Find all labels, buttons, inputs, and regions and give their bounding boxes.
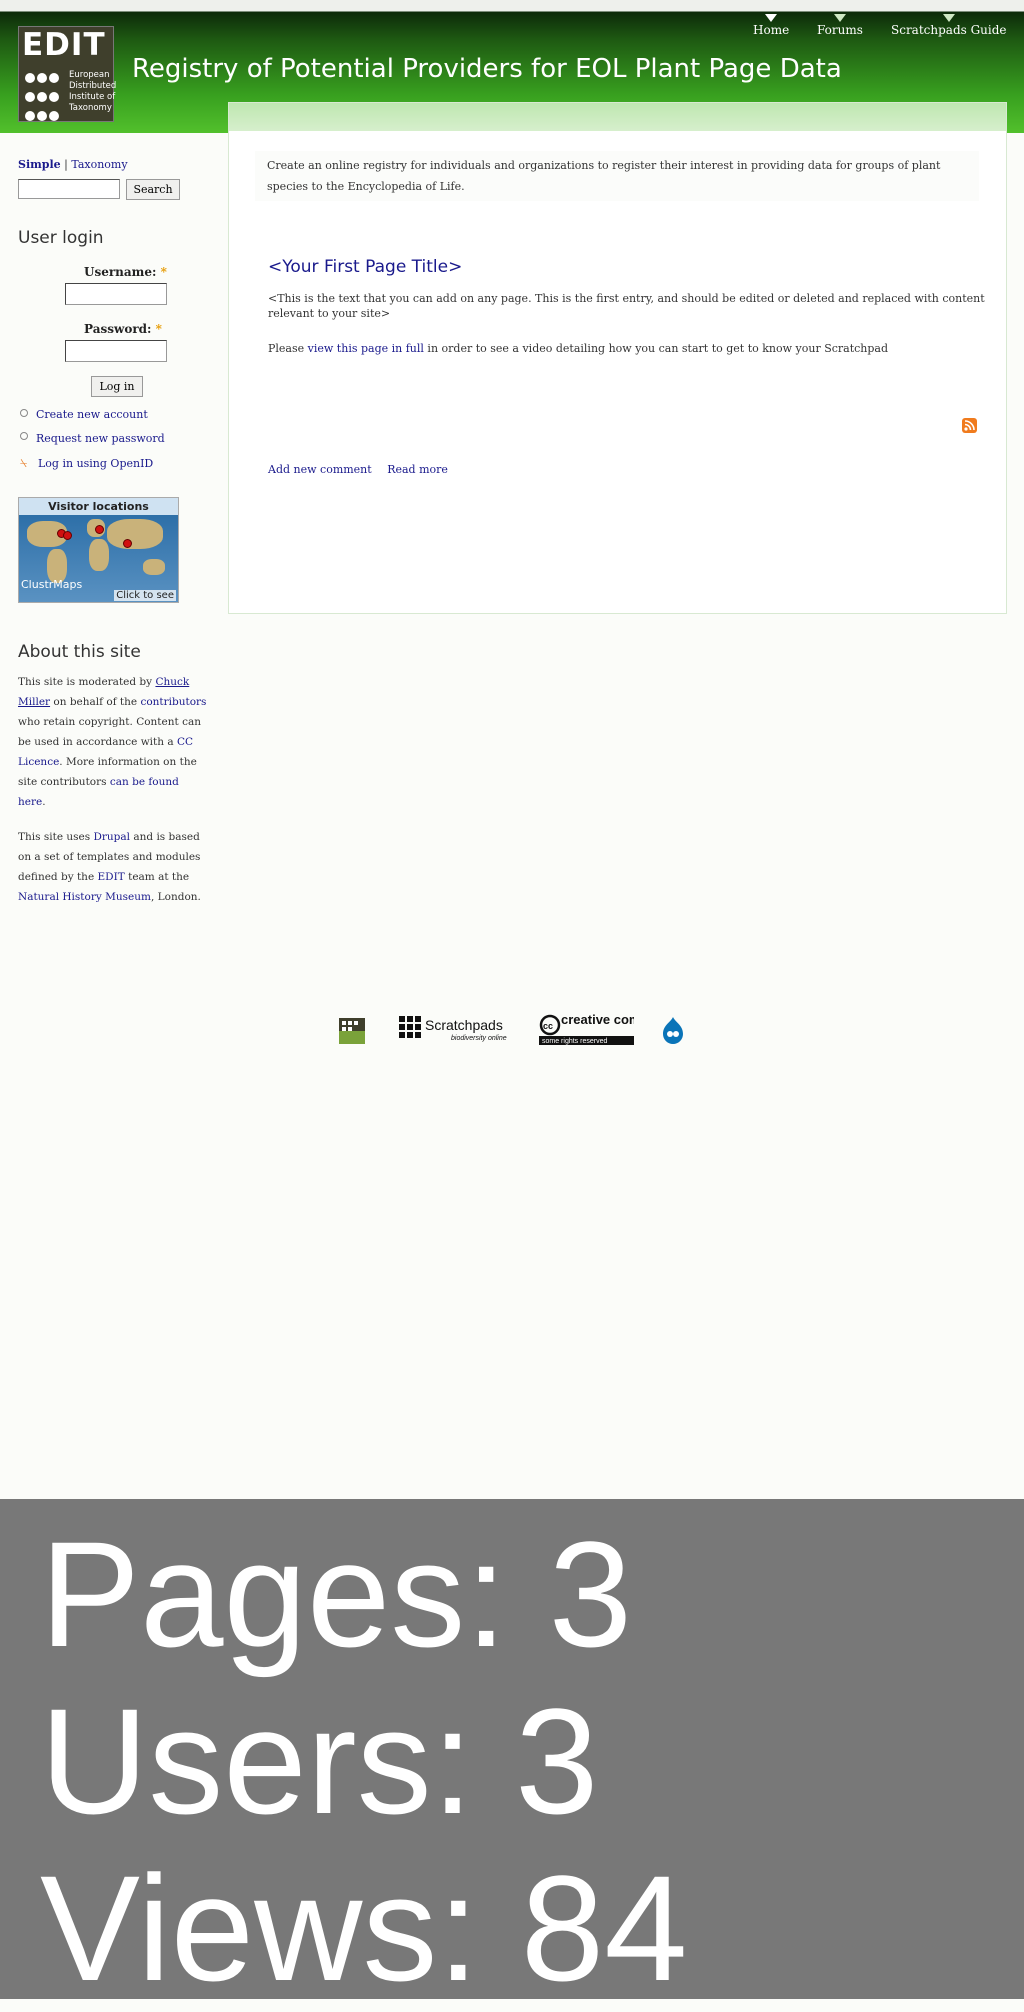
clustrmap-brand: ClustrMaps xyxy=(21,578,83,591)
search-tab-simple[interactable]: Simple xyxy=(18,158,61,171)
search-mode-tabs: Simple | Taxonomy xyxy=(18,158,208,171)
openid-icon: ⍀ xyxy=(20,456,28,470)
request-password-link[interactable]: Request new password xyxy=(36,432,165,445)
stats-panel: Pages: 3 Users: 3 Views: 84 xyxy=(0,1499,1024,2003)
left-sidebar: Simple | Taxonomy Search User login User… xyxy=(18,158,208,903)
drupal-logo-icon[interactable] xyxy=(661,1016,685,1048)
scratchpads-logo-icon[interactable]: Scratchpads biodiversity online xyxy=(399,1014,514,1048)
search-tab-taxonomy[interactable]: Taxonomy xyxy=(71,158,127,171)
nav-forums[interactable]: Forums xyxy=(817,14,863,37)
logo-institute-name: European Distributed Institute of Taxono… xyxy=(69,70,117,113)
create-account-link[interactable]: Create new account xyxy=(36,408,148,421)
node-links: Add new comment Read more xyxy=(268,463,460,476)
nav-pointer-icon xyxy=(942,14,955,22)
search-input[interactable] xyxy=(18,179,120,199)
search-button[interactable]: Search xyxy=(126,179,180,200)
view-full-page-link[interactable]: view this page in full xyxy=(308,342,424,355)
node-body-video-text: Please view this page in full in order t… xyxy=(268,342,889,355)
site-mission: Create an online registry for individual… xyxy=(255,151,979,201)
clustrmap-cta: Click to see xyxy=(114,590,176,601)
password-label: Password: * xyxy=(84,322,162,336)
node-body: <This is the text that you can add on an… xyxy=(268,291,998,376)
svg-text:creative commons: creative commons xyxy=(561,1012,634,1027)
edit-link[interactable]: EDIT xyxy=(98,871,125,883)
drupal-link[interactable]: Drupal xyxy=(93,831,130,843)
login-button[interactable]: Log in xyxy=(91,376,143,397)
svg-text:biodiversity online: biodiversity online xyxy=(451,1035,507,1042)
node-body-text: <This is the text that you can add on an… xyxy=(268,292,985,320)
nav-pointer-icon xyxy=(765,14,778,22)
views-count: Views: 84 xyxy=(40,1844,688,2012)
about-text: This site is moderated by Chuck Miller o… xyxy=(18,672,208,922)
add-comment-link[interactable]: Add new comment xyxy=(268,463,372,476)
about-drupal-paragraph: This site uses Drupal and is based on a … xyxy=(18,831,201,903)
nav-scratchpads-guide[interactable]: Scratchpads Guide xyxy=(891,14,1007,37)
content-header-band xyxy=(229,103,1006,131)
node-title-link[interactable]: <Your First Page Title> xyxy=(268,257,462,277)
clustrmap-widget[interactable]: Visitor locations ClustrMaps Click to se… xyxy=(18,497,179,603)
clustrmap-title: Visitor locations xyxy=(48,500,149,513)
svg-text:Scratchpads: Scratchpads xyxy=(425,1017,503,1033)
contributors-link[interactable]: contributors xyxy=(140,696,206,708)
rss-feed-icon[interactable] xyxy=(962,418,977,433)
list-bullet-icon xyxy=(20,409,28,417)
node-title[interactable]: <Your First Page Title> xyxy=(268,257,462,277)
username-field[interactable] xyxy=(65,283,167,305)
about-moderation-paragraph: This site is moderated by Chuck Miller o… xyxy=(18,676,207,808)
svg-text:some rights reserved: some rights reserved xyxy=(542,1038,607,1045)
user-login-title: User login xyxy=(18,228,104,248)
required-marker: * xyxy=(160,265,167,279)
username-label: Username: * xyxy=(84,265,167,279)
nav-home[interactable]: Home xyxy=(753,14,789,37)
footer-logos: Scratchpads biodiversity online cc creat… xyxy=(339,1012,699,1048)
openid-login-link[interactable]: Log in using OpenID xyxy=(38,457,153,470)
nhm-link[interactable]: Natural History Museum xyxy=(18,891,151,903)
svg-text:cc: cc xyxy=(543,1021,553,1031)
edit-logo-icon[interactable] xyxy=(339,1018,365,1048)
creative-commons-logo-icon[interactable]: cc creative commons some rights reserved xyxy=(539,1012,675,1050)
list-bullet-icon xyxy=(20,432,28,440)
nav-pointer-icon xyxy=(833,14,846,22)
site-title[interactable]: Registry of Potential Providers for EOL … xyxy=(132,54,842,84)
search-tab-separator: | xyxy=(64,158,68,171)
read-more-link[interactable]: Read more xyxy=(387,463,448,476)
required-marker: * xyxy=(155,322,162,336)
password-field[interactable] xyxy=(65,340,167,362)
logo-dots-icon xyxy=(25,70,65,127)
main-content: Create an online registry for individual… xyxy=(228,102,1007,614)
pages-count: Pages: 3 xyxy=(40,1510,633,1678)
about-title: About this site xyxy=(18,642,141,662)
primary-nav: Home Forums Scratchpads Guide xyxy=(0,14,1024,48)
users-count: Users: 3 xyxy=(40,1677,599,1845)
